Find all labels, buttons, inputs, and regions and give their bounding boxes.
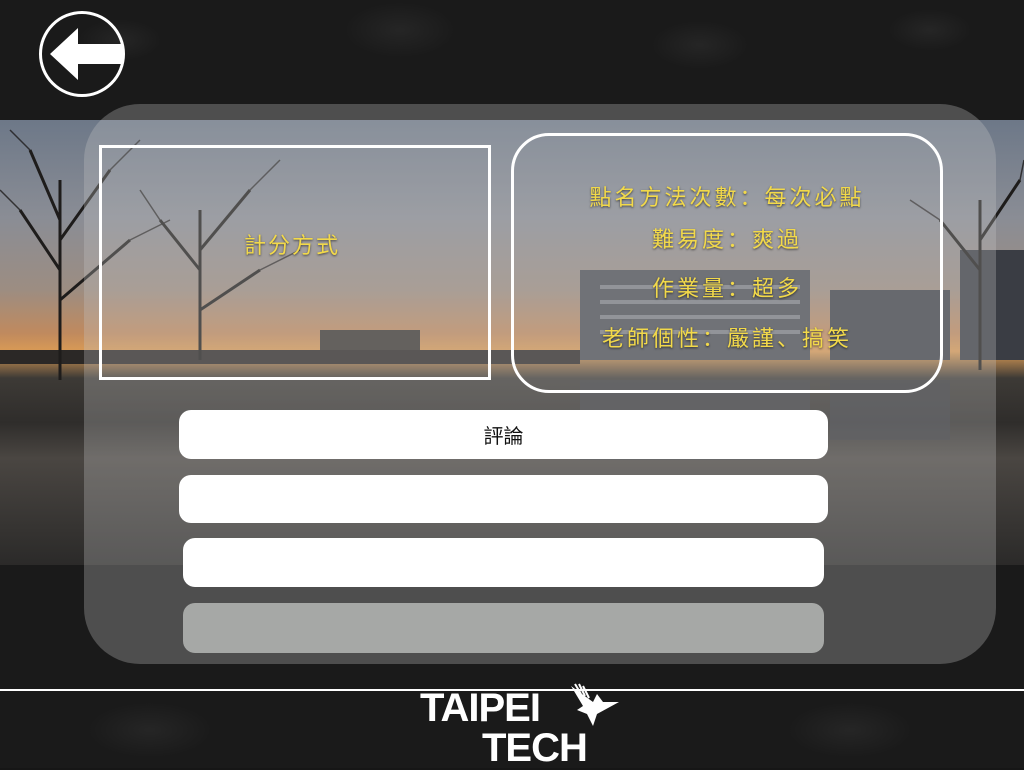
arrow-left-icon [50,28,122,80]
back-button[interactable] [39,11,125,97]
comment-entry-1[interactable] [179,475,828,523]
eagle-icon [571,683,619,726]
comment-entry-3[interactable] [183,603,824,653]
workload-info: 作業量：超多 [651,277,802,302]
attendance-info: 點名方法次數：每次必點 [589,186,865,211]
comments-button[interactable]: 評論 [179,410,828,459]
grading-method-label: 計分方式 [244,234,341,259]
difficulty-info: 難易度：爽過 [651,228,802,253]
teacher-personality-info: 老師個性：嚴謹、搞笑 [601,327,852,352]
course-info-box [511,133,943,393]
grading-method-box[interactable] [99,145,491,380]
logo-line-1: TAIPEI [420,686,541,730]
logo-line-2: TECH [482,726,588,770]
comment-entry-2[interactable] [183,538,824,587]
taipei-tech-logo: TAIPEI TECH [420,683,630,770]
